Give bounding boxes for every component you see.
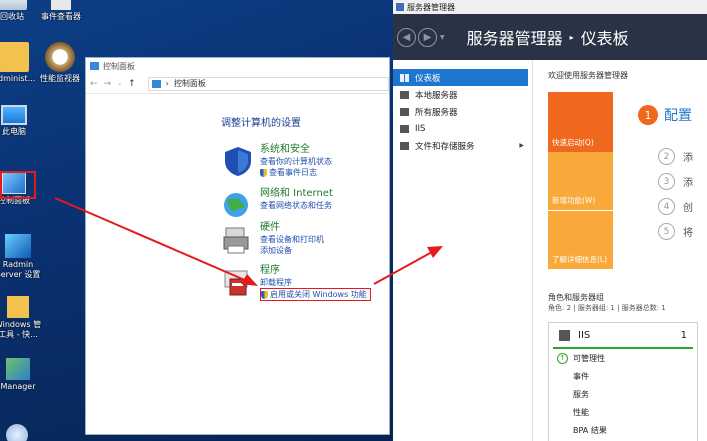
cp-address-bar[interactable]: › 控制面板 [147, 76, 389, 91]
category-hardware: 硬件 查看设备和打印机 添加设备 [221, 222, 324, 256]
local-server-icon [400, 90, 409, 99]
role-row-events[interactable]: 事件 [549, 367, 697, 385]
role-row-performance[interactable]: 性能 [549, 403, 697, 421]
desktop: 回收站 事件查看器 Administ... 性能监视器 此电脑 控制面板 Rad… [0, 0, 400, 441]
sm-breadcrumb: 服务器管理器 ▸ 仪表板 [467, 25, 629, 49]
category-programs: 程序 卸载程序 启用或关闭 Windows 功能 [221, 265, 371, 301]
dashboard-icon [400, 73, 409, 82]
step-2[interactable]: 2 添 [658, 148, 693, 165]
sm-window-title: 服务器管理器 [407, 2, 455, 12]
sm-history-chevron-icon[interactable]: ▼ [440, 34, 445, 41]
sm-main: 欢迎使用服务器管理器 快速启动(Q) 新增功能(W) 了解详细信息(L) 1 配… [534, 60, 707, 441]
network-globe-icon [224, 193, 248, 217]
globe-icon [6, 424, 28, 441]
link-view-network-status[interactable]: 查看网络状态和任务 [260, 200, 333, 211]
status-up-icon: ↑ [557, 352, 568, 364]
role-count: 1 [680, 329, 687, 341]
forward-arrow-icon[interactable]: → [104, 79, 112, 89]
desktop-icon-this-pc[interactable]: 此电脑 [0, 105, 52, 137]
breadcrumb-app[interactable]: 服务器管理器 [467, 25, 563, 49]
recent-chevron-icon[interactable]: ⌄ [117, 80, 122, 87]
step-5[interactable]: 5 将 [658, 223, 693, 240]
address-separator-icon: › [165, 79, 169, 88]
step-4[interactable]: 4 创 [658, 198, 693, 215]
cp-navbar: ← → ⌄ ↑ › 控制面板 [86, 74, 389, 94]
step-configure[interactable]: 1 配置 [638, 105, 692, 125]
cp-window-icon [90, 62, 99, 70]
address-cp-icon [151, 79, 161, 88]
breadcrumb-separator-icon: ▸ [569, 32, 574, 42]
control-panel-window: 控制面板 ← → ⌄ ↑ › 控制面板 调整计算机的设置 系统和安全 查看你的计… [85, 57, 390, 435]
desktop-icon-admin-tools[interactable]: Windows 管 工具 - 快... [0, 296, 56, 340]
file-storage-icon [400, 141, 409, 150]
iis-role-icon [559, 329, 570, 341]
server-manager-window: 服务器管理器 ◀ ▶ ▼ 服务器管理器 ▸ 仪表板 仪表板 本地服务器 所有服务… [393, 0, 707, 441]
control-panel-highlight [0, 171, 36, 199]
link-add-device[interactable]: 添加设备 [260, 245, 324, 256]
desktop-icon-radmin[interactable]: Radmin Server 设置 [0, 234, 56, 280]
role-row-bpa[interactable]: BPA 结果 [549, 421, 697, 439]
category-title[interactable]: 网络和 Internet [260, 188, 333, 200]
step-3[interactable]: 3 添 [658, 173, 693, 190]
radmin-icon [5, 234, 31, 258]
sm-sidebar: 仪表板 本地服务器 所有服务器 IIS 文件和存储服务 ▶ [393, 60, 533, 441]
tile-learn-more[interactable]: 了解详细信息(L) [548, 211, 613, 269]
tile-whats-new[interactable]: 新增功能(W) [548, 152, 613, 210]
link-uninstall-program[interactable]: 卸载程序 [260, 277, 371, 288]
iis-icon [400, 124, 409, 133]
sidebar-item-dashboard[interactable]: 仪表板 [393, 69, 528, 86]
cp-heading: 调整计算机的设置 [221, 118, 301, 129]
sm-titlebar: 服务器管理器 [393, 0, 707, 14]
role-card-header: IIS 1 [553, 323, 693, 349]
roles-title: 角色和服务器组 [548, 293, 604, 302]
link-view-devices-printers[interactable]: 查看设备和打印机 [260, 234, 324, 245]
expand-arrow-icon[interactable]: ▶ [519, 142, 524, 149]
sm-app-icon [396, 3, 404, 11]
cp-titlebar: 控制面板 [86, 58, 389, 74]
back-arrow-icon[interactable]: ← [90, 79, 98, 89]
printer-icon [223, 227, 249, 254]
link-view-event-log[interactable]: 查看事件日志 [260, 167, 332, 178]
role-row-manageability[interactable]: ↑ 可管理性 [549, 349, 697, 367]
up-arrow-icon[interactable]: ↑ [128, 79, 136, 89]
server-manager-icon [6, 358, 30, 380]
sidebar-item-all-servers[interactable]: 所有服务器 [393, 103, 532, 120]
cp-window-title: 控制面板 [103, 61, 135, 71]
role-card-iis[interactable]: IIS 1 ↑ 可管理性 事件 服务 性能 BPA 结果 [548, 322, 698, 441]
category-title[interactable]: 硬件 [260, 222, 324, 234]
uac-shield-icon [260, 168, 267, 177]
event-viewer-icon [51, 0, 71, 10]
folder-icon [7, 296, 29, 318]
category-system-security: 系统和安全 查看你的计算机状态 查看事件日志 [221, 144, 332, 178]
sm-back-button[interactable]: ◀ [397, 27, 416, 47]
sm-header: ◀ ▶ ▼ 服务器管理器 ▸ 仪表板 [393, 14, 707, 60]
role-row-services[interactable]: 服务 [549, 385, 697, 403]
sm-forward-button[interactable]: ▶ [418, 27, 437, 47]
sidebar-item-iis[interactable]: IIS [393, 120, 532, 137]
category-title[interactable]: 程序 [260, 265, 371, 277]
role-name: IIS [578, 329, 591, 341]
all-servers-icon [400, 107, 409, 116]
welcome-title: 欢迎使用服务器管理器 [548, 71, 628, 80]
link-windows-features[interactable]: 启用或关闭 Windows 功能 [260, 288, 371, 301]
breadcrumb-page: 仪表板 [580, 29, 629, 48]
category-network: 网络和 Internet 查看网络状态和任务 [221, 188, 333, 222]
security-shield-icon [225, 147, 251, 176]
computer-icon [1, 105, 27, 125]
link-view-computer-status[interactable]: 查看你的计算机状态 [260, 156, 332, 167]
roles-summary: 角色: 2 | 服务器组: 1 | 服务器总数: 1 [548, 304, 666, 312]
sidebar-item-local-server[interactable]: 本地服务器 [393, 86, 532, 103]
desktop-icon-event-viewer[interactable]: 事件查看器 [23, 0, 99, 22]
uac-shield-icon [261, 290, 268, 299]
tile-quick-start[interactable]: 快速启动(Q) [548, 92, 613, 152]
address-text: 控制面板 [173, 79, 206, 88]
category-title[interactable]: 系统和安全 [260, 144, 332, 156]
gauge-icon [45, 42, 75, 72]
sidebar-item-file-storage[interactable]: 文件和存储服务 ▶ [393, 137, 532, 154]
desktop-icon-server-manager[interactable]: Manager [0, 358, 56, 392]
programs-icon [224, 270, 248, 296]
